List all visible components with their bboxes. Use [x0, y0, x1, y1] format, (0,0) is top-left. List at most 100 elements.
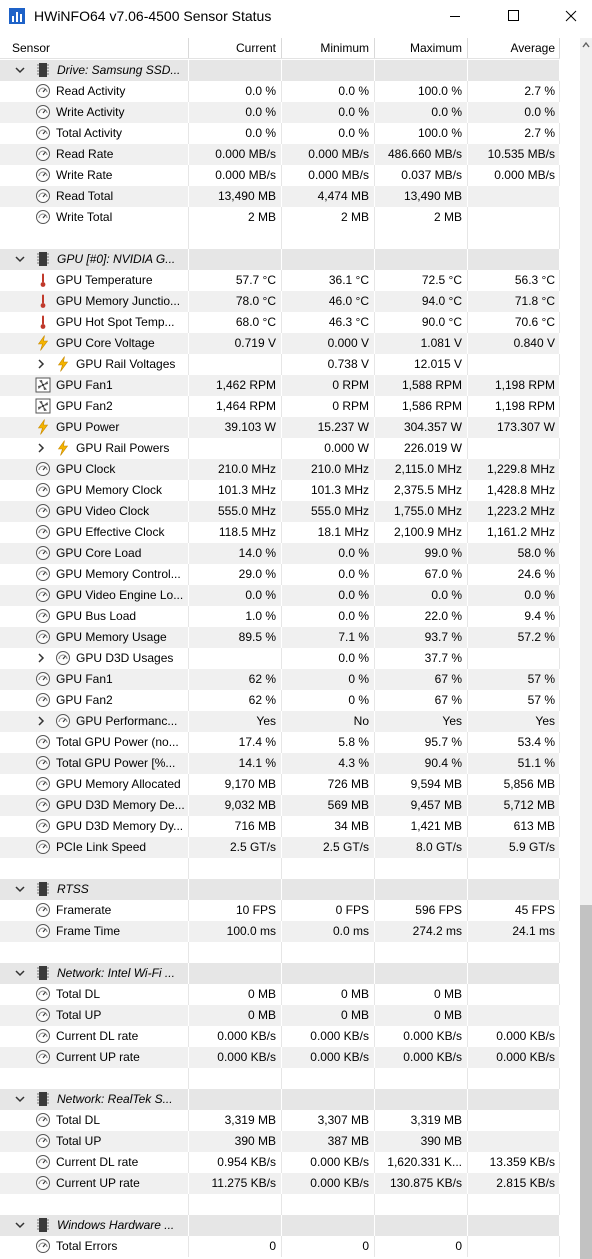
minimum-value: 0 FPS: [335, 903, 369, 917]
sensor-row[interactable]: Framerate 10 FPS 0 FPS 596 FPS 45 FPS: [0, 900, 560, 921]
chevron-right-icon[interactable]: [35, 714, 47, 728]
sensor-row[interactable]: GPU Bus Load 1.0 % 0.0 % 22.0 % 9.4 %: [0, 606, 560, 627]
sensor-subgroup-row[interactable]: GPU Performanc... Yes No Yes Yes: [0, 711, 560, 732]
sensor-row[interactable]: Frame Time 100.0 ms 0.0 ms 274.2 ms 24.1 ms: [0, 921, 560, 942]
chevron-right-icon[interactable]: [35, 441, 47, 455]
sensor-row[interactable]: Read Rate 0.000 MB/s 0.000 MB/s 486.660 MB/…: [0, 144, 560, 165]
sensor-row[interactable]: GPU D3D Memory Dy... 716 MB 34 MB 1,421 MB 6…: [0, 816, 560, 837]
sensor-row[interactable]: GPU Video Engine Lo... 0.0 % 0.0 % 0.0 % 0.0…: [0, 585, 560, 606]
maximum-value: 99.0 %: [424, 546, 462, 560]
sensor-row[interactable]: Current UP rate 0.000 KB/s 0.000 KB/s 0.000…: [0, 1047, 560, 1068]
close-button[interactable]: [548, 0, 592, 33]
sensor-group-row[interactable]: GPU [#0]: NVIDIA G...: [0, 249, 560, 270]
sensor-label: Current DL rate: [56, 1029, 139, 1043]
sensor-row[interactable]: Total DL 0 MB 0 MB 0 MB: [0, 984, 560, 1005]
sensor-row[interactable]: GPU Memory Usage 89.5 % 7.1 % 93.7 % 57.2 %: [0, 627, 560, 648]
maximum-value: 13,490 MB: [403, 189, 462, 203]
sensor-row[interactable]: GPU Memory Allocated 9,170 MB 726 MB 9,594 …: [0, 774, 560, 795]
sensor-row[interactable]: GPU Power 39.103 W 15.237 W 304.357 W 173.30…: [0, 417, 560, 438]
maximize-button[interactable]: [490, 0, 536, 33]
sensor-row[interactable]: Total GPU Power (no... 17.4 % 5.8 % 95.7 % 5…: [0, 732, 560, 753]
average-value: 613 MB: [513, 819, 555, 833]
sensor-row[interactable]: Current DL rate 0.000 KB/s 0.000 KB/s 0.000…: [0, 1026, 560, 1047]
column-maximum[interactable]: Maximum: [375, 41, 462, 55]
average-value: 57 %: [527, 693, 555, 707]
sensor-subgroup-row[interactable]: GPU D3D Usages 0.0 % 37.7 %: [0, 648, 560, 669]
sensor-row[interactable]: PCIe Link Speed 2.5 GT/s 2.5 GT/s 8.0 GT/s 5…: [0, 837, 560, 858]
sensor-row[interactable]: GPU Fan2 1,464 RPM 0 RPM 1,586 RPM 1,198 RPM: [0, 396, 560, 417]
sensor-row[interactable]: Write Total 2 MB 2 MB 2 MB: [0, 207, 560, 228]
sensor-row[interactable]: GPU Video Clock 555.0 MHz 555.0 MHz 1,755.0…: [0, 501, 560, 522]
sensor-row[interactable]: Total GPU Power [%... 14.1 % 4.3 % 90.4 % 51…: [0, 753, 560, 774]
sensor-label: Frame Time: [56, 924, 121, 938]
sensor-group-row[interactable]: Drive: Samsung SSD...: [0, 60, 560, 81]
sensor-row[interactable]: Read Activity 0.0 % 0.0 % 100.0 % 2.7 %: [0, 81, 560, 102]
chevron-right-icon[interactable]: [35, 357, 47, 371]
minimum-value: 0 %: [348, 672, 369, 686]
sensor-row[interactable]: GPU Memory Junctio... 78.0 °C 46.0 °C 94.0 …: [0, 291, 560, 312]
current-value: 0.000 KB/s: [217, 1050, 276, 1064]
sensor-label: GPU Clock: [56, 462, 116, 476]
sensor-row[interactable]: GPU D3D Memory De... 9,032 MB 569 MB 9,457 …: [0, 795, 560, 816]
sensor-label: GPU Fan2: [56, 693, 113, 707]
current-value: 0: [269, 1239, 276, 1253]
sensor-row[interactable]: Current DL rate 0.954 KB/s 0.000 KB/s 1,620…: [0, 1152, 560, 1173]
column-current[interactable]: Current: [190, 41, 276, 55]
column-sensor[interactable]: Sensor: [12, 41, 50, 55]
sensor-row[interactable]: GPU Core Load 14.0 % 0.0 % 99.0 % 58.0 %: [0, 543, 560, 564]
sensor-row[interactable]: Total Errors 0 0 0: [0, 1236, 560, 1257]
current-value: 2 MB: [247, 210, 276, 224]
sensor-group-row[interactable]: Windows Hardware ...: [0, 1215, 560, 1236]
chevron-down-icon[interactable]: [14, 252, 26, 266]
chevron-down-icon[interactable]: [14, 63, 26, 77]
sensor-group-row[interactable]: RTSS: [0, 879, 560, 900]
sensor-row[interactable]: Write Rate 0.000 MB/s 0.000 MB/s 0.037 MB/s…: [0, 165, 560, 186]
chevron-down-icon[interactable]: [14, 882, 26, 896]
minimum-value: 0.0 %: [338, 609, 369, 623]
sensor-subgroup-row[interactable]: GPU Rail Voltages 0.738 V 12.015 V: [0, 354, 560, 375]
sensor-row[interactable]: Read Total 13,490 MB 4,474 MB 13,490 MB: [0, 186, 560, 207]
hwinfo-app-icon[interactable]: [8, 7, 26, 25]
sensor-group-row[interactable]: Network: RealTek S...: [0, 1089, 560, 1110]
chevron-down-icon[interactable]: [14, 966, 26, 980]
sensor-group-row[interactable]: Network: Intel Wi-Fi ...: [0, 963, 560, 984]
sensor-label: Total GPU Power (no...: [56, 735, 179, 749]
scroll-up-arrow[interactable]: [580, 38, 592, 52]
sensor-row[interactable]: Write Activity 0.0 % 0.0 % 0.0 % 0.0 %: [0, 102, 560, 123]
sensor-row[interactable]: GPU Fan2 62 % 0 % 67 % 57 %: [0, 690, 560, 711]
sensor-row[interactable]: GPU Fan1 1,462 RPM 0 RPM 1,588 RPM 1,198 RPM: [0, 375, 560, 396]
maximum-value: 37.7 %: [424, 651, 462, 665]
minimize-button[interactable]: [432, 0, 478, 33]
column-average[interactable]: Average: [468, 41, 555, 55]
minimum-value: 0.738 V: [327, 357, 369, 371]
minimum-value: 7.1 %: [338, 630, 369, 644]
maximum-value: 100.0 %: [417, 126, 462, 140]
sensor-subgroup-row[interactable]: GPU Rail Powers 0.000 W 226.019 W: [0, 438, 560, 459]
sensor-row[interactable]: GPU Temperature 57.7 °C 36.1 °C 72.5 °C 56.3…: [0, 270, 560, 291]
chevron-right-icon[interactable]: [35, 651, 47, 665]
sensor-row[interactable]: GPU Clock 210.0 MHz 210.0 MHz 2,115.0 MHz 1,…: [0, 459, 560, 480]
minimum-value: 36.1 °C: [328, 273, 369, 287]
average-value: 1,223.2 MHz: [486, 504, 555, 518]
gauge-icon: [35, 503, 51, 519]
current-value: 14.0 %: [238, 546, 276, 560]
scrollbar-thumb[interactable]: [580, 905, 592, 1259]
sensor-row[interactable]: GPU Hot Spot Temp... 68.0 °C 46.3 °C 90.0 °…: [0, 312, 560, 333]
sensor-row[interactable]: Total Activity 0.0 % 0.0 % 100.0 % 2.7 %: [0, 123, 560, 144]
sensor-row[interactable]: Total UP 390 MB 387 MB 390 MB: [0, 1131, 560, 1152]
chip-icon: [35, 1091, 51, 1107]
gauge-icon: [35, 776, 51, 792]
sensor-row[interactable]: GPU Effective Clock 118.5 MHz 18.1 MHz 2,10…: [0, 522, 560, 543]
sensor-row[interactable]: GPU Memory Clock 101.3 MHz 101.3 MHz 2,375.…: [0, 480, 560, 501]
sensor-row[interactable]: Total UP 0 MB 0 MB 0 MB: [0, 1005, 560, 1026]
sensor-row[interactable]: GPU Memory Control... 29.0 % 0.0 % 67.0 % 24…: [0, 564, 560, 585]
sensor-row[interactable]: GPU Core Voltage 0.719 V 0.000 V 1.081 V 0.8…: [0, 333, 560, 354]
chevron-down-icon[interactable]: [14, 1092, 26, 1106]
sensor-row[interactable]: Total DL 3,319 MB 3,307 MB 3,319 MB: [0, 1110, 560, 1131]
sensor-row[interactable]: Current UP rate 11.275 KB/s 0.000 KB/s 130.…: [0, 1173, 560, 1194]
average-value: 0.000 KB/s: [496, 1050, 555, 1064]
column-minimum[interactable]: Minimum: [282, 41, 369, 55]
sensor-row[interactable]: GPU Fan1 62 % 0 % 67 % 57 %: [0, 669, 560, 690]
chevron-down-icon[interactable]: [14, 1218, 26, 1232]
sensor-label: GPU Video Clock: [56, 504, 150, 518]
